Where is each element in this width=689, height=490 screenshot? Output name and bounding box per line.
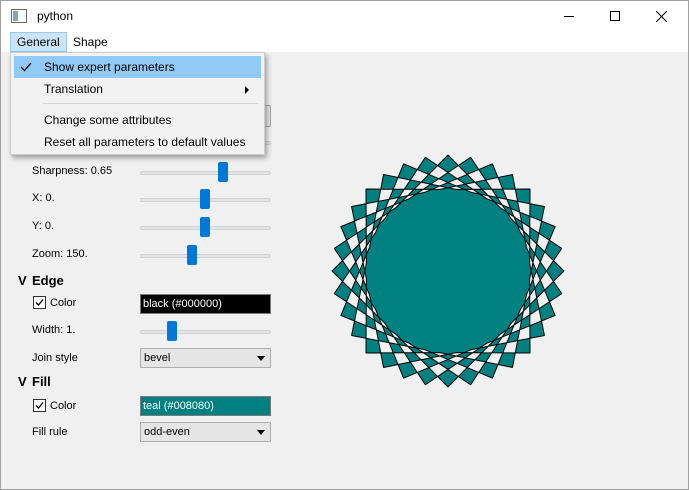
x-row: X: 0.: [1, 188, 301, 210]
y-slider-thumb[interactable]: [200, 217, 210, 237]
join-style-value: bevel: [144, 352, 171, 364]
fill-color-swatch[interactable]: teal (#008080): [140, 396, 271, 416]
drawing-canvas[interactable]: [301, 52, 688, 489]
window-title: python: [37, 9, 74, 23]
zoom-slider-track[interactable]: [140, 254, 271, 258]
join-style-select[interactable]: bevel: [140, 348, 271, 368]
checkmark-icon: [35, 299, 44, 306]
menu-bar: General Shape: [1, 31, 688, 52]
sharpness-slider-thumb[interactable]: [218, 162, 228, 182]
edge-section-header[interactable]: V Edge: [18, 273, 64, 288]
edge-color-swatch[interactable]: black (#000000): [140, 294, 271, 314]
edge-color-label: Color: [50, 297, 77, 309]
y-label: Y: 0.: [32, 220, 55, 232]
y-row: Y: 0.: [1, 216, 301, 238]
maximize-button[interactable]: [592, 1, 638, 31]
chevron-down-icon: [257, 356, 265, 361]
edge-color-checkbox[interactable]: [33, 296, 46, 309]
chevron-down-icon: [257, 430, 265, 435]
edge-width-slider-thumb[interactable]: [167, 321, 177, 341]
maximize-icon: [610, 11, 620, 21]
zoom-row: Zoom: 150.: [1, 244, 301, 266]
menu-item-label: Change some attributes: [44, 113, 172, 127]
menu-separator: [43, 103, 258, 104]
menu-general[interactable]: General: [10, 32, 67, 52]
checkmark-icon: [20, 62, 32, 72]
zoom-label: Zoom: 150.: [32, 248, 88, 260]
general-dropdown-menu: Show expert parameters Translation Chang…: [10, 52, 265, 155]
fill-color-checkbox[interactable]: [33, 399, 46, 412]
fill-section-title: Fill: [32, 374, 51, 389]
collapse-icon: V: [18, 273, 27, 288]
star-shape: [331, 154, 565, 388]
x-label: X: 0.: [32, 192, 55, 204]
fill-rule-value: odd-even: [144, 426, 190, 438]
zoom-slider-thumb[interactable]: [187, 245, 197, 265]
app-window: python General Shape Sharpness: 0.65 X: …: [0, 0, 689, 490]
edge-width-row: Width: 1.: [1, 320, 301, 342]
edge-section-title: Edge: [32, 273, 64, 288]
edge-width-slider-track[interactable]: [140, 330, 271, 334]
menu-shape[interactable]: Shape: [67, 32, 114, 52]
join-style-label: Join style: [32, 352, 78, 364]
menu-item-label: Show expert parameters: [44, 60, 175, 74]
fill-color-label: Color: [50, 400, 77, 412]
menu-item-label: Translation: [44, 82, 103, 96]
menu-item-reset-parameters[interactable]: Reset all parameters to default values: [14, 131, 261, 153]
menu-item-label: Reset all parameters to default values: [44, 135, 246, 149]
fill-section-header[interactable]: V Fill: [18, 374, 51, 389]
minimize-button[interactable]: [546, 1, 592, 31]
x-slider-thumb[interactable]: [200, 189, 210, 209]
fill-rule-select[interactable]: odd-even: [140, 422, 271, 442]
sharpness-slider-track[interactable]: [140, 171, 271, 175]
title-bar: python: [1, 1, 688, 31]
edge-width-label: Width: 1.: [32, 324, 76, 336]
fill-rule-label: Fill rule: [32, 426, 68, 438]
checkmark-icon: [35, 402, 44, 409]
app-window-icon: [11, 9, 27, 23]
submenu-arrow-icon: [245, 86, 249, 94]
menu-item-show-expert-parameters[interactable]: Show expert parameters: [14, 56, 261, 78]
minimize-icon: [564, 15, 574, 17]
sharpness-label: Sharpness: 0.65: [32, 165, 113, 177]
close-button[interactable]: [638, 1, 684, 31]
star-polygon-path: [331, 154, 565, 388]
sharpness-row: Sharpness: 0.65: [1, 161, 301, 183]
close-icon: [655, 10, 667, 22]
menu-item-translation[interactable]: Translation: [14, 78, 261, 100]
collapse-icon: V: [18, 374, 27, 389]
menu-item-change-attributes[interactable]: Change some attributes: [14, 109, 261, 131]
